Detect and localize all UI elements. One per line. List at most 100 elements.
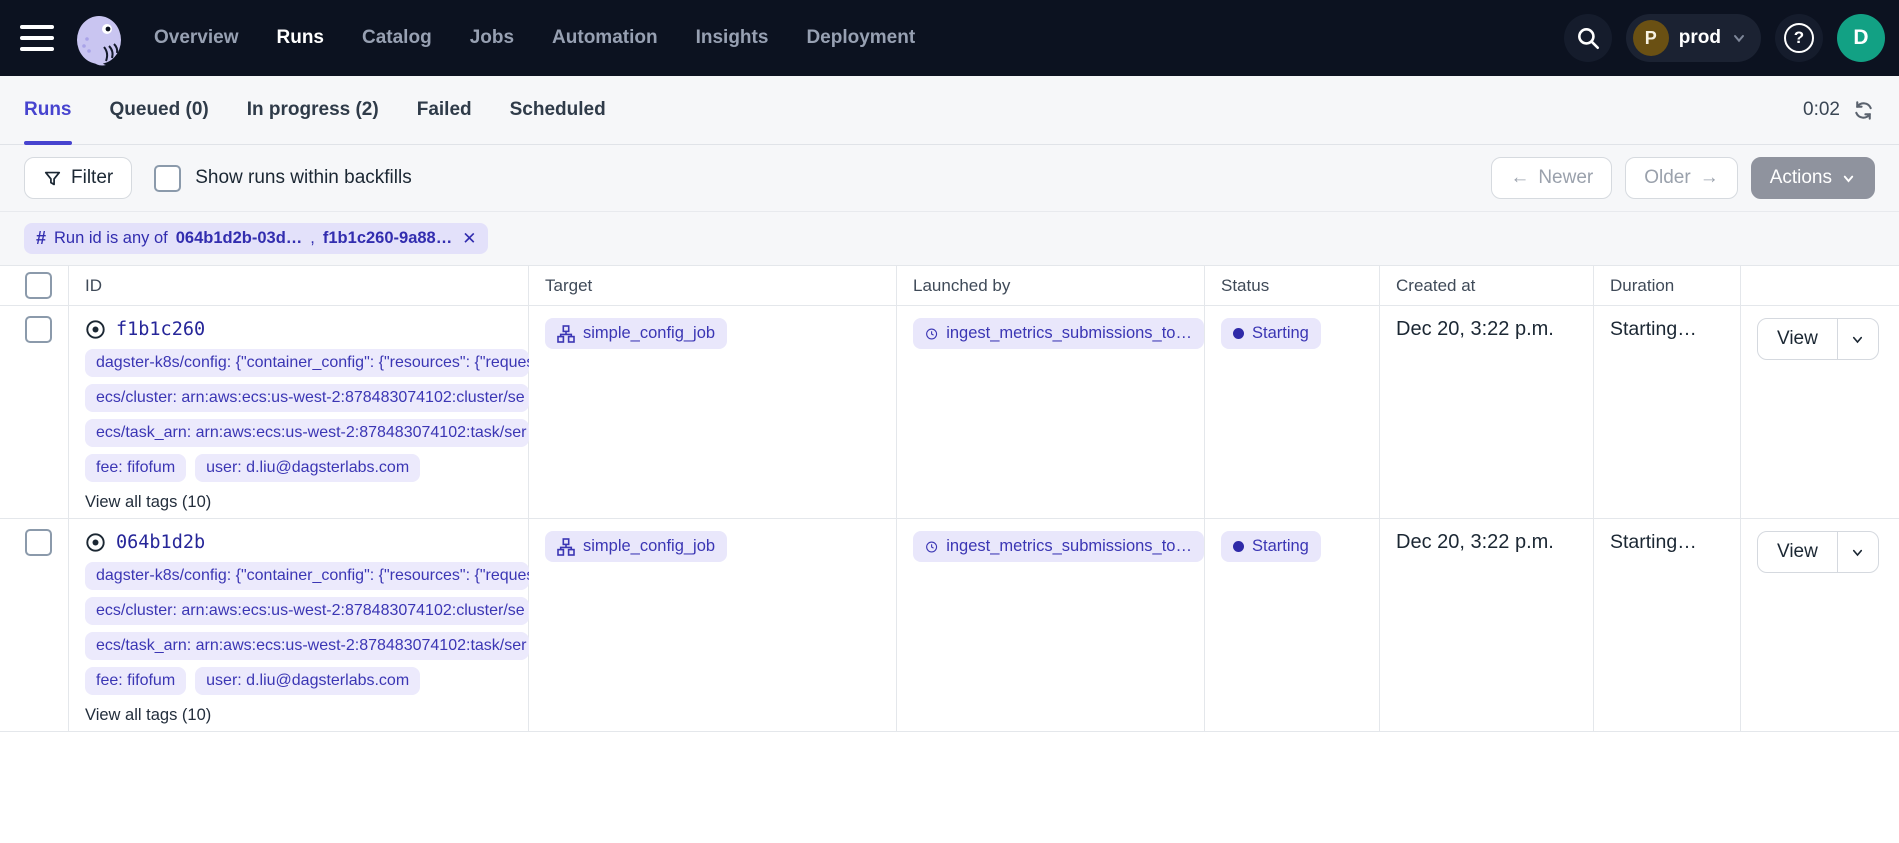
topnav-right-controls: P prod ? D: [1564, 14, 1885, 62]
tag-ecs-task-arn[interactable]: ecs/task_arn: arn:aws:ecs:us-west-2:8784…: [85, 419, 529, 447]
actions-button[interactable]: Actions: [1751, 157, 1875, 199]
status-label: Starting: [1252, 324, 1309, 343]
target-job-label: simple_config_job: [583, 537, 715, 556]
row-checkbox[interactable]: [25, 529, 52, 556]
run-tags: dagster-k8s/config: {"container_config":…: [85, 562, 529, 695]
runs-table: ID Target Launched by Status Created at …: [0, 265, 1899, 732]
view-button[interactable]: View: [1758, 319, 1837, 359]
header-created-at: Created at: [1380, 266, 1594, 306]
launched-by-pill[interactable]: ingest_metrics_submissions_to…: [913, 531, 1204, 562]
run-id-filter-chip[interactable]: # Run id is any of 064b1d2b-03d… , f1b1c…: [24, 223, 488, 254]
deployment-switcher[interactable]: P prod: [1626, 14, 1761, 62]
launched-by-pill[interactable]: ingest_metrics_submissions_to…: [913, 318, 1204, 349]
filter-button-label: Filter: [71, 167, 113, 189]
target-job-pill[interactable]: simple_config_job: [545, 531, 727, 562]
nav-item-automation[interactable]: Automation: [552, 27, 658, 49]
view-dropdown-button[interactable]: [1837, 319, 1878, 359]
view-split-button: View: [1757, 318, 1879, 360]
chevron-down-icon: [1850, 545, 1865, 560]
header-launched-by: Launched by: [897, 266, 1205, 306]
deployment-name: prod: [1679, 27, 1721, 49]
tag-ecs-cluster[interactable]: ecs/cluster: arn:aws:ecs:us-west-2:87848…: [85, 384, 529, 412]
table-row: f1b1c260 dagster-k8s/config: {"container…: [0, 306, 1899, 519]
show-backfills-label: Show runs within backfills: [195, 167, 411, 189]
refresh-icon: [1852, 99, 1875, 122]
chevron-down-icon: [1850, 332, 1865, 347]
filter-chip-run-id-2: f1b1c260-9a88…: [323, 229, 452, 248]
tab-scheduled[interactable]: Scheduled: [510, 76, 606, 144]
tag-user[interactable]: user: d.liu@dagsterlabs.com: [195, 667, 420, 695]
target-job-pill[interactable]: simple_config_job: [545, 318, 727, 349]
top-navigation-bar: Overview Runs Catalog Jobs Automation In…: [0, 0, 1899, 76]
tag-fee[interactable]: fee: fifofum: [85, 454, 186, 482]
launched-by-label: ingest_metrics_submissions_to…: [946, 537, 1192, 556]
nav-item-catalog[interactable]: Catalog: [362, 27, 432, 49]
tag-dagster-k8s-config[interactable]: dagster-k8s/config: {"container_config":…: [85, 349, 529, 377]
view-all-tags-link[interactable]: View all tags (10): [85, 706, 211, 725]
chevron-down-icon: [1731, 30, 1747, 46]
view-dropdown-button[interactable]: [1837, 532, 1878, 572]
filter-chip-run-id-1: 064b1d2b-03d…: [176, 229, 303, 248]
row-checkbox[interactable]: [25, 316, 52, 343]
nav-item-insights[interactable]: Insights: [696, 27, 769, 49]
status-dot-icon: [1233, 328, 1244, 339]
header-id: ID: [69, 266, 529, 306]
tab-failed[interactable]: Failed: [417, 76, 472, 144]
chevron-down-icon: [1841, 171, 1856, 186]
launched-by-label: ingest_metrics_submissions_to…: [946, 324, 1192, 343]
status-label: Starting: [1252, 537, 1309, 556]
remove-filter-icon[interactable]: ✕: [462, 229, 476, 249]
run-id-link[interactable]: f1b1c260: [116, 319, 205, 340]
status-pill[interactable]: Starting: [1221, 531, 1321, 562]
tab-runs[interactable]: Runs: [24, 76, 72, 144]
run-status-circle-icon: [85, 532, 106, 553]
target-job-label: simple_config_job: [583, 324, 715, 343]
nav-item-runs[interactable]: Runs: [277, 27, 325, 49]
newer-button-label: Newer: [1538, 167, 1593, 189]
newer-button[interactable]: ← Newer: [1491, 157, 1612, 199]
sensor-clock-icon: [925, 538, 938, 556]
actions-button-label: Actions: [1770, 167, 1832, 189]
tab-in-progress[interactable]: In progress (2): [247, 76, 379, 144]
older-button[interactable]: Older →: [1625, 157, 1737, 199]
runs-tabs-bar: Runs Queued (0) In progress (2) Failed S…: [0, 76, 1899, 145]
job-graph-icon: [557, 325, 575, 343]
search-button[interactable]: [1564, 14, 1612, 62]
nav-item-deployment[interactable]: Deployment: [806, 27, 915, 49]
created-at-value: Dec 20, 3:22 p.m.: [1396, 528, 1554, 553]
run-id-link[interactable]: 064b1d2b: [116, 532, 205, 553]
tag-dagster-k8s-config[interactable]: dagster-k8s/config: {"container_config":…: [85, 562, 529, 590]
view-all-tags-link[interactable]: View all tags (10): [85, 493, 211, 512]
hamburger-menu-icon[interactable]: [20, 25, 54, 51]
tag-user[interactable]: user: d.liu@dagsterlabs.com: [195, 454, 420, 482]
user-avatar[interactable]: D: [1837, 14, 1885, 62]
view-split-button: View: [1757, 531, 1879, 573]
filter-chip-separator: ,: [310, 229, 315, 248]
filter-button[interactable]: Filter: [24, 157, 132, 199]
run-tags: dagster-k8s/config: {"container_config":…: [85, 349, 529, 482]
arrow-right-icon: →: [1700, 167, 1719, 189]
table-header-row: ID Target Launched by Status Created at …: [0, 266, 1899, 306]
tag-ecs-cluster[interactable]: ecs/cluster: arn:aws:ecs:us-west-2:87848…: [85, 597, 529, 625]
status-pill[interactable]: Starting: [1221, 318, 1321, 349]
run-status-circle-icon: [85, 319, 106, 340]
duration-value: Starting…: [1610, 315, 1697, 340]
status-dot-icon: [1233, 541, 1244, 552]
refresh-button[interactable]: [1852, 99, 1875, 122]
view-button[interactable]: View: [1758, 532, 1837, 572]
nav-item-overview[interactable]: Overview: [154, 27, 239, 49]
tag-fee[interactable]: fee: fifofum: [85, 667, 186, 695]
search-icon: [1575, 25, 1601, 51]
show-backfills-checkbox[interactable]: [154, 165, 181, 192]
select-all-checkbox[interactable]: [25, 272, 52, 299]
filter-chip-prefix: Run id is any of: [54, 229, 168, 248]
main-navigation: Overview Runs Catalog Jobs Automation In…: [154, 27, 915, 49]
dagster-logo-icon[interactable]: [70, 13, 128, 71]
hash-icon: #: [36, 228, 46, 249]
tag-ecs-task-arn[interactable]: ecs/task_arn: arn:aws:ecs:us-west-2:8784…: [85, 632, 529, 660]
header-status: Status: [1205, 266, 1380, 306]
nav-item-jobs[interactable]: Jobs: [470, 27, 514, 49]
help-button[interactable]: ?: [1775, 14, 1823, 62]
tab-queued[interactable]: Queued (0): [110, 76, 209, 144]
header-target: Target: [529, 266, 897, 306]
